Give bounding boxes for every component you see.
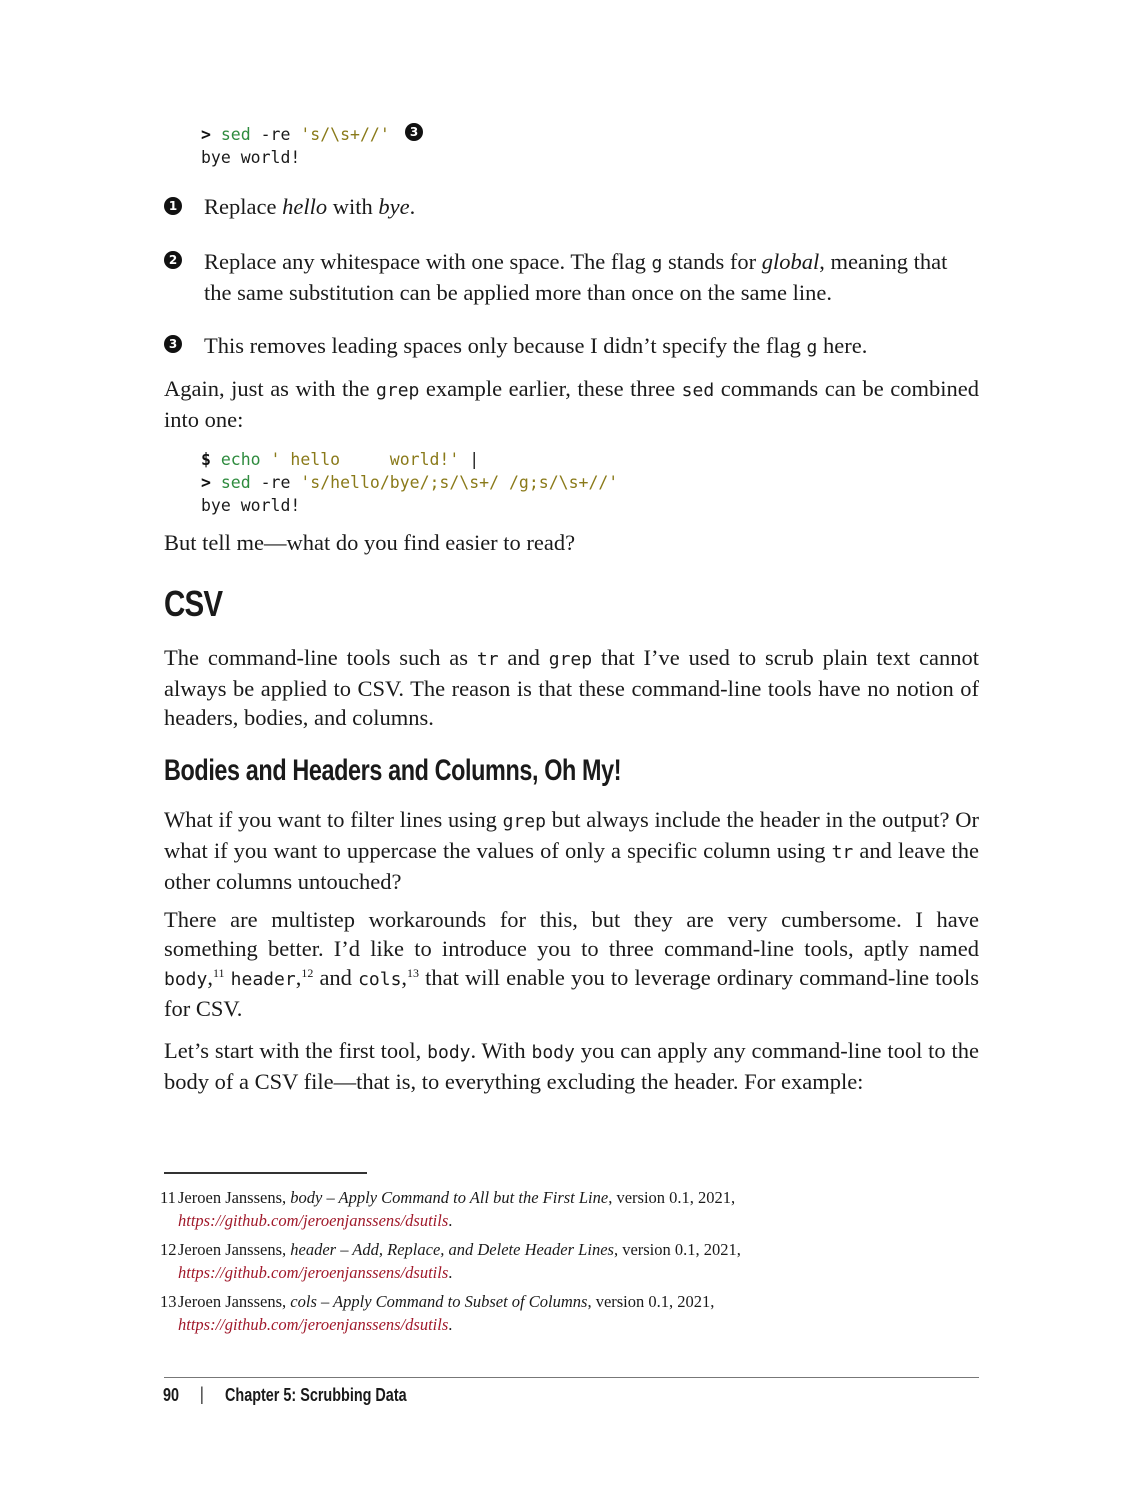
footnote-13-link[interactable]: https://github.com/jeroenjanssens/dsutil…: [178, 1315, 448, 1334]
footnote-ref-13[interactable]: 13: [407, 966, 419, 980]
section-heading-csv: CSV: [164, 583, 223, 624]
code-block-top: > sed -re 's/\s+//': [201, 123, 390, 146]
subsection-heading-bodies: Bodies and Headers and Columns, Oh My!: [164, 754, 622, 787]
paragraph-multistep: There are multistep workarounds for this…: [164, 907, 979, 1021]
footnote-13: 13 Jeroen Janssens, cols – Apply Command…: [160, 1292, 715, 1334]
code-command: sed: [220, 125, 251, 144]
footer-separator: |: [200, 1384, 204, 1404]
paragraph-lets-start: Let’s start with the first tool, body. W…: [164, 1038, 979, 1094]
callout-note-2: Replace any whitespace with one space. T…: [204, 249, 948, 305]
chapter-title: Chapter 5: Scrubbing Data: [225, 1385, 407, 1405]
paragraph-what-if: What if you want to filter lines using g…: [164, 807, 979, 894]
callout-3-icon: 3: [405, 123, 423, 141]
callout-1-icon: 1: [164, 197, 182, 215]
code-block-combined: $ echo ' hello world!' | > sed -re 's/he…: [201, 450, 619, 515]
code-string: 's/\s+//': [300, 125, 390, 144]
paragraph-csv: The command-line tools such as tr and gr…: [164, 645, 979, 730]
footnote-ref-12[interactable]: 12: [301, 966, 313, 980]
callout-note-3: This removes leading spaces only because…: [204, 333, 868, 358]
callout-3-note-icon: 3: [164, 335, 182, 353]
footnote-divider: [164, 1172, 367, 1174]
paragraph-again: Again, just as with the grep example ear…: [164, 376, 979, 432]
footnote-12: 12 Jeroen Janssens, header – Add, Replac…: [160, 1240, 741, 1282]
code-prompt: >: [201, 125, 211, 144]
page-number: 90: [163, 1385, 180, 1405]
book-page: > sed -re 's/\s+//' 3 bye world! 1 Repla…: [0, 0, 1142, 1500]
footnote-11: 11 Jeroen Janssens, body – Apply Command…: [160, 1188, 736, 1230]
footnote-12-link[interactable]: https://github.com/jeroenjanssens/dsutil…: [178, 1263, 448, 1282]
footnote-11-link[interactable]: https://github.com/jeroenjanssens/dsutil…: [178, 1211, 448, 1230]
code-output: bye world!: [201, 148, 301, 167]
footer-divider: [164, 1377, 979, 1378]
footnote-ref-11[interactable]: 11: [213, 966, 225, 980]
code-args: -re: [250, 125, 301, 144]
callout-2-icon: 2: [164, 251, 182, 269]
paragraph-tell-me: But tell me—what do you find easier to r…: [164, 530, 576, 555]
callout-note-1: Replace hello with bye.: [204, 194, 416, 219]
